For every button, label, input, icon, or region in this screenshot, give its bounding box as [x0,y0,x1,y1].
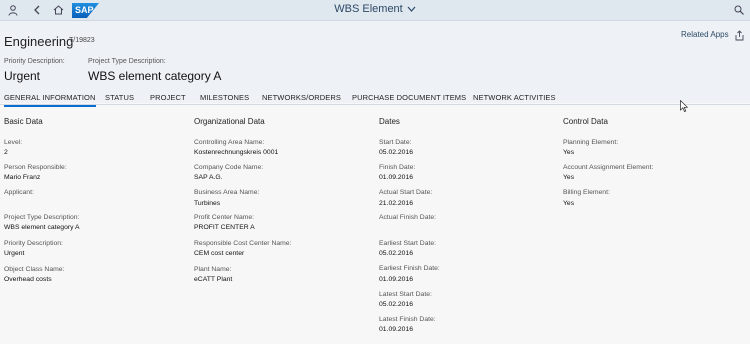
start-date-value: 05.02.2016 [379,149,414,156]
finish-date-value: 01.09.2016 [379,174,414,181]
project-type-description-label: Project Type Description: [4,214,80,221]
profit-center-value: PROFIT CENTER A [194,224,255,231]
related-apps-button[interactable]: Related Apps [681,30,729,39]
planning-element-value: Yes [563,149,575,156]
chevron-down-icon [407,6,416,12]
actual-finish-date-label: Actual Finish Date: [379,214,437,221]
business-area-label: Business Area Name: [194,189,260,196]
finish-date-label: Finish Date: [379,164,416,171]
planning-element-label: Planning Element: [563,139,619,146]
account-assignment-element-label: Account Assignment Element: [563,164,654,171]
person-responsible-label: Person Responsible: [4,164,67,171]
section-title: Basic Data [4,117,43,126]
section-title: Dates [379,117,400,126]
priority-description-label: Priority Description: [4,240,63,247]
latest-start-date-label: Latest Start Date: [379,291,432,298]
section-title: Control Data [563,117,608,126]
earliest-start-date-label: Earliest Start Date: [379,240,437,247]
earliest-finish-date-value: 01.09.2016 [379,276,414,283]
profit-center-label: Profit Center Name: [194,214,255,221]
app-title-menu: WBS Element [0,3,750,15]
company-code-label: Company Code Name: [194,164,264,171]
priority-description-value: Urgent [4,250,25,257]
tab-purchase-document-items[interactable]: PURCHASE DOCUMENT ITEMS [352,93,466,102]
priority-label: Priority Description: [4,58,65,65]
business-area-value: Turbines [194,200,221,207]
level-value: 2 [4,149,8,156]
plant-name-value: eCATT Plant [194,276,233,283]
billing-element-label: Billing Element: [563,189,610,196]
actual-start-date-value: 21.02.2016 [379,200,414,207]
actual-start-date-label: Actual Start Date: [379,189,433,196]
share-icon[interactable] [734,28,746,41]
tab-bar: GENERAL INFORMATION STATUS PROJECT MILES… [0,88,750,107]
mouse-cursor-icon [680,100,688,112]
app-title: WBS Element [334,3,403,15]
project-type-description-value: WBS element category A [4,224,80,231]
priority-value: Urgent [4,69,41,83]
person-responsible-value: Mario Franz [4,174,41,181]
object-class-name-value: Overhead costs [4,276,52,283]
controlling-area-label: Controlling Area Name: [194,139,265,146]
search-icon[interactable] [732,3,746,17]
section-title: Organizational Data [194,117,265,126]
object-class-name-label: Object Class Name: [4,266,65,273]
tab-project[interactable]: PROJECT [150,93,186,102]
billing-element-value: Yes [563,200,575,207]
latest-finish-date-value: 01.09.2016 [379,326,414,333]
project-type-value: WBS element category A [88,69,222,83]
account-assignment-element-value: Yes [563,174,575,181]
latest-finish-date-label: Latest Finish Date: [379,316,436,323]
tab-general-information[interactable]: GENERAL INFORMATION [4,93,96,107]
shell-bar: SAP WBS Element [0,0,750,21]
tab-networks-orders[interactable]: NETWORKS/ORDERS [262,93,341,102]
object-id: T/19823 [69,37,95,44]
start-date-label: Start Date: [379,139,412,146]
app-title-button[interactable]: WBS Element [334,3,416,15]
tab-milestones[interactable]: MILESTONES [200,93,249,102]
earliest-finish-date-label: Earliest Finish Date: [379,265,440,272]
applicant-label: Applicant: [4,189,34,196]
project-type-label: Project Type Description: [88,58,166,65]
controlling-area-value: Kostenrechnungskreis 0001 [194,149,279,156]
tab-status[interactable]: STATUS [105,93,134,102]
level-label: Level: [4,139,23,146]
company-code-value: SAP A.G. [194,174,223,181]
earliest-start-date-value: 05.02.2016 [379,250,414,257]
responsible-cost-center-label: Responsible Cost Center Name: [194,240,292,247]
tab-network-activities[interactable]: NETWORK ACTIVITIES [473,93,556,102]
page-title: Engineering [4,34,74,49]
latest-start-date-value: 05.02.2016 [379,301,414,308]
responsible-cost-center-value: CEM cost center [194,250,245,257]
plant-name-label: Plant Name: [194,266,232,273]
